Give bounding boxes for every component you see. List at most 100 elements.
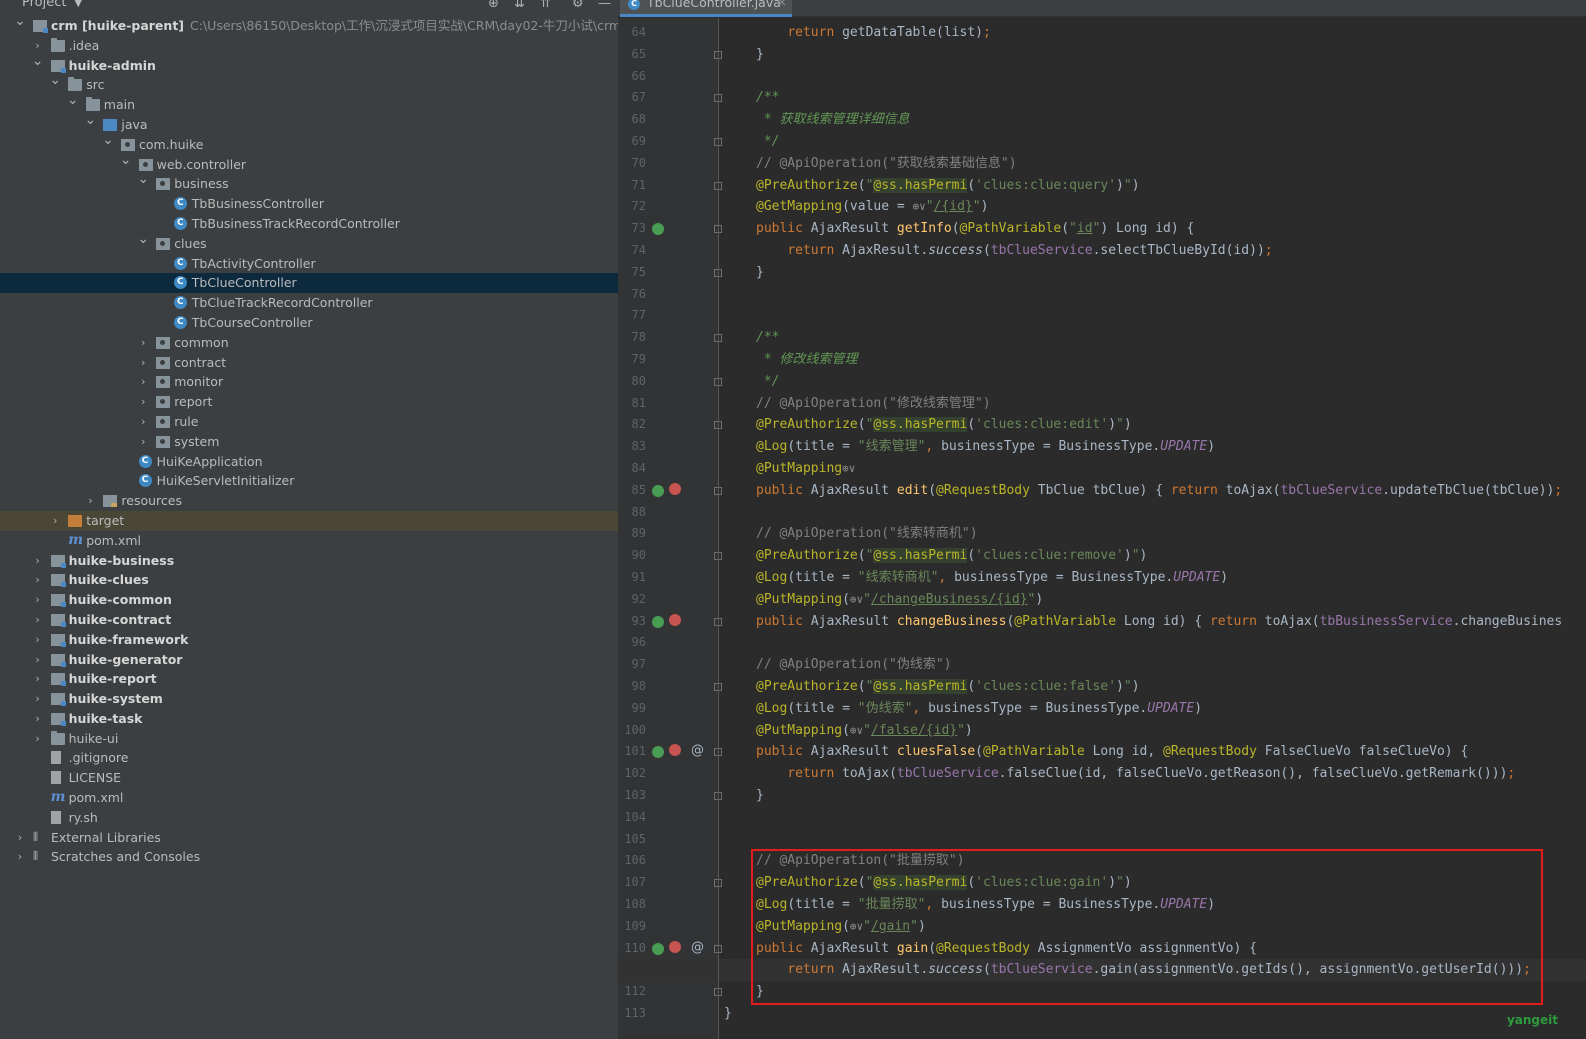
chevron-right-icon[interactable]: › (32, 570, 44, 590)
tree-item[interactable]: › huike-clues (0, 570, 618, 590)
chevron-down-icon[interactable]: ▼ (74, 0, 82, 9)
tree-item[interactable]: ⌄ web.controller (0, 152, 618, 175)
code-line[interactable]: @PreAuthorize("@ss.hasPermi('clues:clue:… (756, 414, 1132, 436)
code-line[interactable]: * 获取线索管理详细信息 (756, 109, 910, 131)
tree-item[interactable]: › huike-business (0, 551, 618, 571)
tree-item[interactable]: ⌄ java (0, 112, 618, 135)
chevron-right-icon[interactable]: › (32, 669, 44, 689)
tree-item[interactable]: › ⫴ Scratches and Consoles (0, 847, 618, 867)
tab-tbcluecontroller[interactable]: C TbClueController.java × (620, 0, 792, 17)
collapse-all-icon[interactable]: ⇈ (540, 0, 551, 11)
code-line[interactable]: @Log(title = "线索管理", businessType = Busi… (756, 436, 1215, 458)
chevron-right-icon[interactable]: › (32, 709, 44, 729)
tree-item[interactable]: › ⫴ External Libraries (0, 828, 618, 848)
tree-item[interactable]: ry.sh (0, 808, 618, 828)
annotation-icon[interactable]: @ (691, 743, 704, 758)
chevron-right-icon[interactable]: › (14, 847, 26, 867)
code-line[interactable]: public AjaxResult changeBusiness(@PathVa… (756, 611, 1562, 633)
request-mapping-icon[interactable] (652, 615, 664, 628)
locate-icon[interactable]: ⊕ (488, 0, 499, 11)
tree-item[interactable]: C HuiKeApplication (0, 452, 618, 472)
tree-item[interactable]: C TbClueController (0, 273, 618, 294)
chevron-right-icon[interactable]: › (14, 828, 26, 848)
code-line[interactable]: @PutMapping⊕∨ (756, 458, 855, 480)
code-line[interactable]: } (724, 1003, 732, 1025)
chevron-right-icon[interactable]: › (32, 729, 44, 749)
tree-item[interactable]: C TbClueTrackRecordController (0, 293, 618, 313)
tree-item[interactable]: › rule (0, 412, 618, 432)
tree-item[interactable]: C TbCourseController (0, 313, 618, 333)
tree-item[interactable]: › common (0, 333, 618, 353)
debug-icon[interactable] (669, 482, 681, 495)
chevron-down-icon[interactable]: ⌄ (102, 131, 114, 151)
chevron-down-icon[interactable]: ⌄ (137, 170, 149, 190)
code-line[interactable]: */ (756, 131, 780, 153)
tree-item[interactable]: › contract (0, 353, 618, 373)
tree-item[interactable]: › huike-task (0, 709, 618, 729)
code-line[interactable]: return toAjax(tbClueService.falseClue(id… (756, 763, 1515, 785)
chevron-right-icon[interactable]: › (32, 610, 44, 630)
code-line[interactable]: /** (756, 87, 779, 109)
chevron-down-icon[interactable]: ⌄ (84, 111, 97, 131)
debug-icon[interactable] (669, 744, 681, 757)
chevron-right-icon[interactable]: › (84, 491, 96, 511)
code-line[interactable]: @PreAuthorize("@ss.hasPermi('clues:clue:… (756, 676, 1140, 698)
tree-item[interactable]: › huike-contract (0, 610, 618, 630)
chevron-right-icon[interactable]: › (32, 689, 44, 709)
code-line[interactable]: } (756, 44, 764, 66)
request-mapping-icon[interactable] (652, 746, 664, 759)
tree-item[interactable]: › huike-framework (0, 630, 618, 650)
chevron-right-icon[interactable]: › (32, 630, 44, 650)
gear-icon[interactable]: ⚙ (572, 0, 584, 11)
chevron-down-icon[interactable]: ⌄ (32, 52, 44, 72)
chevron-right-icon[interactable]: › (49, 511, 61, 531)
chevron-right-icon[interactable]: › (32, 590, 44, 610)
chevron-right-icon[interactable]: › (137, 333, 149, 353)
tree-item[interactable]: › huike-report (0, 669, 618, 689)
code-line[interactable]: return AjaxResult.success(tbClueService.… (756, 240, 1272, 262)
request-mapping-icon[interactable] (652, 942, 664, 955)
minimize-icon[interactable]: — (598, 0, 611, 11)
chevron-down-icon[interactable]: ⌄ (120, 151, 132, 171)
code-line[interactable]: // @ApiOperation("伪线索") (756, 654, 952, 676)
chevron-down-icon[interactable]: ⌄ (14, 12, 26, 32)
code-line[interactable]: @PreAuthorize("@ss.hasPermi('clues:clue:… (756, 175, 1140, 197)
code-line[interactable]: return getDataTable(list); (756, 22, 991, 44)
chevron-right-icon[interactable]: › (137, 372, 149, 392)
code-line[interactable]: } (756, 785, 764, 807)
tree-item[interactable]: › resources (0, 491, 618, 511)
code-line[interactable]: // @ApiOperation("获取线索基础信息") (756, 153, 1017, 175)
code-line[interactable]: @PutMapping(⊕∨"/false/{id}") (756, 720, 973, 742)
tree-item[interactable]: ⌄ business (0, 171, 618, 194)
tree-item[interactable]: › monitor (0, 372, 618, 392)
tree-item[interactable]: m pom.xml (0, 788, 618, 808)
tree-item[interactable]: m pom.xml (0, 531, 618, 551)
tree-item[interactable]: › huike-generator (0, 650, 618, 670)
tree-item[interactable]: › huike-system (0, 689, 618, 709)
code-line[interactable]: * 修改线索管理 (756, 349, 858, 371)
tree-item[interactable]: ⌄ huike-admin (0, 53, 618, 76)
code-line[interactable]: /** (756, 327, 779, 349)
chevron-right-icon[interactable]: › (137, 432, 149, 452)
project-title[interactable]: Project (22, 0, 66, 10)
tree-item[interactable]: LICENSE (0, 768, 618, 788)
code-line[interactable]: @GetMapping(value = ⊕∨"/{id}") (756, 196, 988, 218)
chevron-right-icon[interactable]: › (32, 650, 44, 670)
request-mapping-icon[interactable] (652, 223, 664, 236)
chevron-right-icon[interactable]: › (137, 412, 149, 432)
tree-item[interactable]: C TbBusinessTrackRecordController (0, 214, 618, 234)
tree-item[interactable]: ⌄ src (0, 72, 618, 95)
code-line[interactable]: public AjaxResult cluesFalse(@PathVariab… (756, 741, 1468, 763)
debug-icon[interactable] (669, 940, 681, 953)
debug-icon[interactable] (669, 613, 681, 626)
code-line[interactable]: @Log(title = "伪线索", businessType = Busin… (756, 698, 1202, 720)
chevron-right-icon[interactable]: › (32, 551, 44, 571)
tree-item[interactable]: C TbBusinessController (0, 194, 618, 214)
chevron-down-icon[interactable]: ⌄ (137, 230, 149, 250)
code-line[interactable]: public AjaxResult edit(@RequestBody TbCl… (756, 480, 1562, 502)
chevron-right-icon[interactable]: › (137, 392, 149, 412)
code-line[interactable]: // @ApiOperation("线索转商机") (756, 523, 978, 545)
chevron-down-icon[interactable]: ⌄ (49, 71, 61, 91)
chevron-right-icon[interactable]: › (137, 353, 149, 373)
code-line[interactable]: @PutMapping(⊕∨"/changeBusiness/{id}") (756, 589, 1043, 611)
